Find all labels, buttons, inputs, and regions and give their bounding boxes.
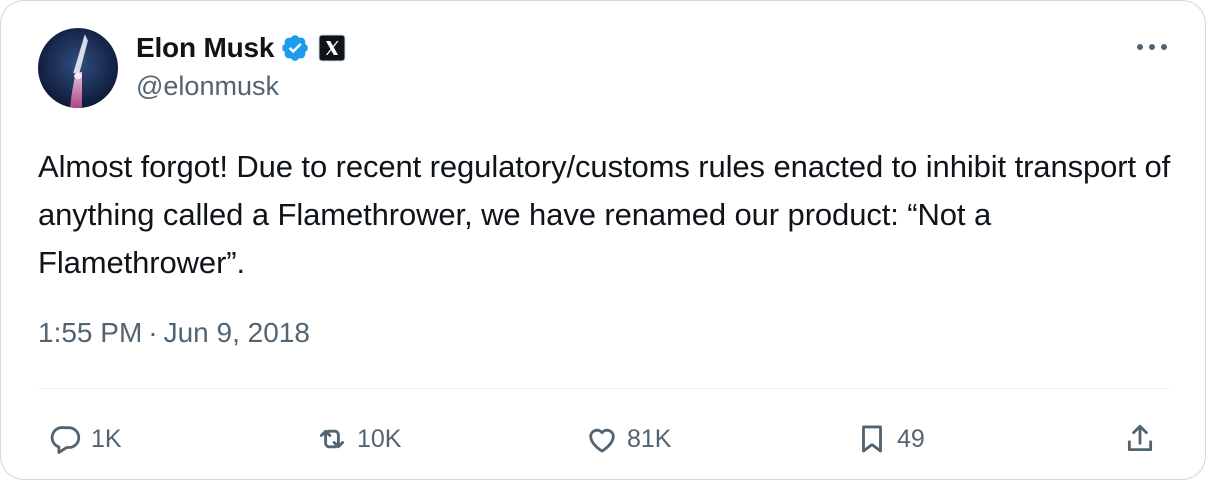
tweet-date: Jun 9, 2018 [163,317,310,348]
author-name-row: Elon Musk [136,31,346,65]
more-options-icon[interactable] [1135,39,1169,55]
reply-icon [50,426,81,454]
bookmark-count: 49 [897,424,925,453]
repost-button[interactable]: 10K [315,419,401,459]
tweet-card: Elon Musk @elonmusk Almost forgot! Due t… [0,0,1206,480]
x-logo-icon[interactable] [318,34,346,62]
repost-icon [319,429,345,449]
tweet-text: Almost forgot! Due to recent regulatory/… [38,149,1171,280]
repost-count: 10K [357,424,402,453]
timestamp-separator: · [148,317,158,348]
author-handle[interactable]: @elonmusk [136,71,279,102]
tweet-timestamp[interactable]: 1:55 PM · Jun 9, 2018 [38,317,310,349]
like-button[interactable]: 81K [585,419,671,459]
tweet-time: 1:55 PM [38,317,143,348]
reply-button[interactable]: 1K [49,419,122,459]
share-button[interactable] [1123,419,1157,459]
bookmark-icon [862,425,882,453]
reply-count: 1K [91,424,122,453]
like-icon [589,428,615,453]
author-display-name[interactable]: Elon Musk [136,32,274,64]
divider [38,388,1171,389]
share-icon [1127,424,1153,452]
avatar[interactable] [38,28,118,108]
verified-badge-icon[interactable] [280,33,310,63]
like-count: 81K [627,424,672,453]
bookmark-button[interactable]: 49 [855,419,925,459]
